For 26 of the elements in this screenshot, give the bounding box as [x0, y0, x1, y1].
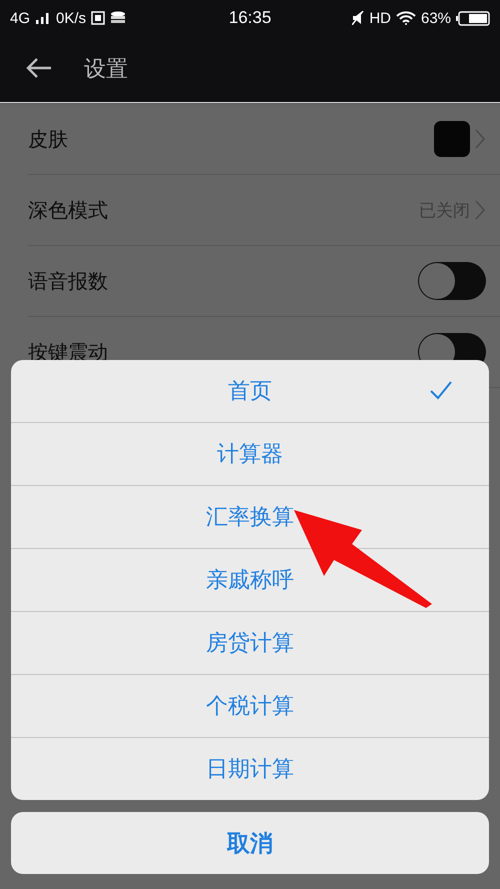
setting-label: 语音报数: [28, 268, 109, 294]
clock: 16:35: [228, 8, 272, 28]
option-item[interactable]: 日期计算: [11, 737, 489, 800]
cancel-button[interactable]: 取消: [11, 812, 489, 874]
sim-icon: [91, 11, 106, 25]
database-icon: [110, 10, 126, 26]
wifi-icon: [396, 11, 416, 25]
chevron-icon: [474, 199, 486, 221]
battery-icon: [456, 10, 490, 26]
setting-label: 皮肤: [28, 126, 69, 152]
hd-label: HD: [369, 10, 391, 26]
speed-label: 0K/s: [56, 10, 86, 26]
signal-icon: [35, 12, 52, 24]
option-item[interactable]: 计算器: [11, 422, 489, 485]
setting-label: 深色模式: [28, 196, 109, 224]
option-item[interactable]: 房贷计算: [11, 611, 489, 674]
option-item[interactable]: 个税计算: [11, 674, 489, 737]
option-item[interactable]: 首页: [11, 360, 489, 422]
toggle-switch[interactable]: [418, 262, 486, 300]
network-label: 4G: [10, 10, 30, 26]
battery-percent: 63%: [420, 10, 452, 26]
skin-swatch[interactable]: [434, 121, 470, 157]
mute-icon: [352, 11, 364, 25]
chevron-icon: [474, 128, 486, 150]
check-icon: [429, 380, 453, 400]
page-title: 设置: [84, 56, 128, 84]
